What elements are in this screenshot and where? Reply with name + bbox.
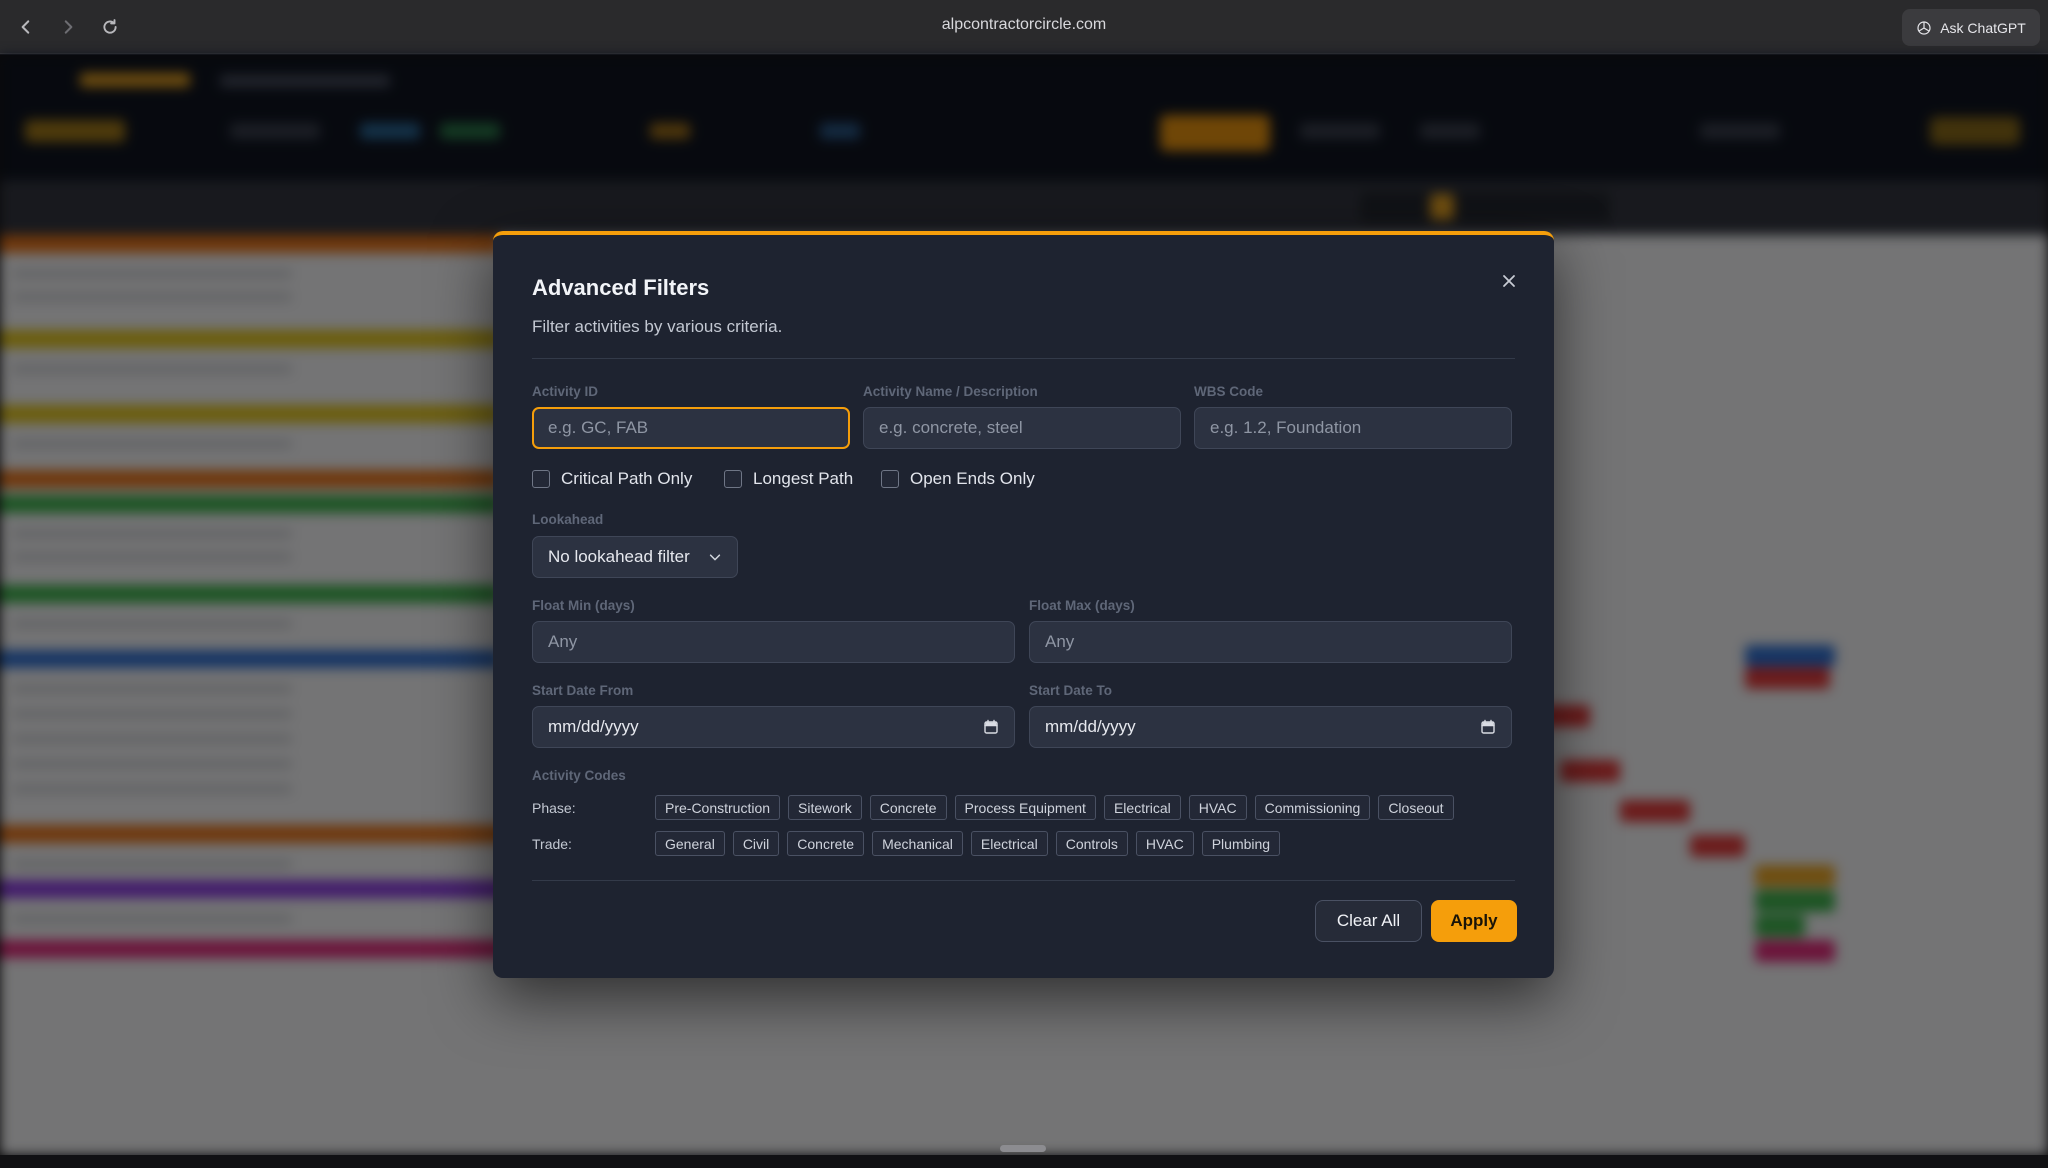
chevron-down-icon xyxy=(709,554,721,561)
trade-label: Trade: xyxy=(532,835,572,852)
phase-chip[interactable]: HVAC xyxy=(1188,795,1247,820)
lookahead-select[interactable]: No lookahead filter xyxy=(532,536,738,578)
float-min-label: Float Min (days) xyxy=(532,598,635,613)
phase-chip[interactable]: Commissioning xyxy=(1254,795,1371,820)
trade-chip[interactable]: Concrete xyxy=(787,831,865,856)
resize-handle[interactable] xyxy=(1000,1145,1046,1152)
phase-chip[interactable]: Electrical xyxy=(1103,795,1181,820)
reload-icon xyxy=(103,19,117,34)
trade-chip[interactable]: Civil xyxy=(732,831,780,856)
trade-codes-row: Trade: General Civil Concrete Mechanical… xyxy=(532,831,1281,856)
trade-chip[interactable]: HVAC xyxy=(1135,831,1194,856)
phase-label: Phase: xyxy=(532,799,576,816)
critical-path-checkbox[interactable]: Critical Path Only xyxy=(532,469,692,489)
open-ends-checkbox[interactable]: Open Ends Only xyxy=(881,469,1035,489)
back-button[interactable] xyxy=(10,12,42,42)
phase-chip[interactable]: Sitework xyxy=(788,795,862,820)
wbs-code-label: WBS Code xyxy=(1194,384,1263,399)
forward-button[interactable] xyxy=(52,12,84,42)
start-date-from-input[interactable]: mm/dd/yyyy xyxy=(532,706,1015,748)
address-bar: alpcontractorcircle.com xyxy=(0,16,2048,34)
trade-chip[interactable]: Plumbing xyxy=(1201,831,1281,856)
phase-chip[interactable]: Process Equipment xyxy=(954,795,1096,820)
close-icon xyxy=(1503,275,1515,287)
browser-toolbar: alpcontractorcircle.com Ask ChatGPT xyxy=(0,0,2048,54)
lookahead-label: Lookahead xyxy=(532,512,604,527)
url-text[interactable]: alpcontractorcircle.com xyxy=(942,16,1107,33)
calendar-icon[interactable] xyxy=(1480,719,1496,735)
trade-chips: General Civil Concrete Mechanical Electr… xyxy=(655,831,1281,856)
trade-chip[interactable]: Controls xyxy=(1055,831,1128,856)
lookahead-value: No lookahead filter xyxy=(548,547,690,566)
apply-button[interactable]: Apply xyxy=(1431,900,1517,942)
checkbox-box[interactable] xyxy=(881,470,899,488)
calendar-icon[interactable] xyxy=(983,719,999,735)
close-button[interactable] xyxy=(1496,268,1522,294)
clear-all-button[interactable]: Clear All xyxy=(1315,900,1422,942)
start-date-to-input[interactable]: mm/dd/yyyy xyxy=(1029,706,1512,748)
ask-chatgpt-button[interactable]: Ask ChatGPT xyxy=(1902,9,2040,46)
trade-chip[interactable]: General xyxy=(655,831,725,856)
start-date-from-label: Start Date From xyxy=(532,683,634,698)
reload-button[interactable] xyxy=(94,12,126,42)
activity-name-label: Activity Name / Description xyxy=(863,384,1038,399)
advanced-filters-dialog: Advanced Filters Filter activities by va… xyxy=(493,231,1554,978)
activity-name-input[interactable] xyxy=(863,407,1181,449)
wbs-code-input[interactable] xyxy=(1194,407,1512,449)
checkbox-label: Critical Path Only xyxy=(561,469,693,488)
header-divider xyxy=(532,358,1515,359)
phase-chips: Pre-Construction Sitework Concrete Proce… xyxy=(655,795,1454,820)
checkbox-box[interactable] xyxy=(724,470,742,488)
phase-chip[interactable]: Closeout xyxy=(1378,795,1454,820)
chatgpt-icon xyxy=(1917,20,1931,35)
dialog-subtitle: Filter activities by various criteria. xyxy=(532,317,783,336)
float-max-input[interactable] xyxy=(1029,621,1512,663)
chevron-left-icon xyxy=(21,20,30,34)
date-value: mm/dd/yyyy xyxy=(1045,717,1136,736)
checkbox-label: Open Ends Only xyxy=(910,469,1035,488)
chevron-right-icon xyxy=(64,20,73,34)
trade-chip[interactable]: Electrical xyxy=(970,831,1048,856)
ask-chatgpt-label: Ask ChatGPT xyxy=(1940,19,2026,36)
dialog-title: Advanced Filters xyxy=(532,275,710,300)
activity-id-label: Activity ID xyxy=(532,384,599,399)
float-min-input[interactable] xyxy=(532,621,1015,663)
bottom-strip xyxy=(0,1155,2048,1168)
phase-chip[interactable]: Pre-Construction xyxy=(655,795,781,820)
trade-chip[interactable]: Mechanical xyxy=(872,831,963,856)
checkbox-label: Longest Path xyxy=(753,469,854,488)
footer-divider xyxy=(532,880,1515,881)
float-max-label: Float Max (days) xyxy=(1029,598,1135,613)
longest-path-checkbox[interactable]: Longest Path xyxy=(724,469,853,489)
phase-codes-row: Phase: Pre-Construction Sitework Concret… xyxy=(532,795,1454,820)
checkbox-box[interactable] xyxy=(532,470,550,488)
phase-chip[interactable]: Concrete xyxy=(869,795,947,820)
activity-id-input[interactable] xyxy=(532,407,850,449)
date-value: mm/dd/yyyy xyxy=(548,717,639,736)
start-date-to-label: Start Date To xyxy=(1029,683,1113,698)
activity-codes-label: Activity Codes xyxy=(532,768,626,783)
